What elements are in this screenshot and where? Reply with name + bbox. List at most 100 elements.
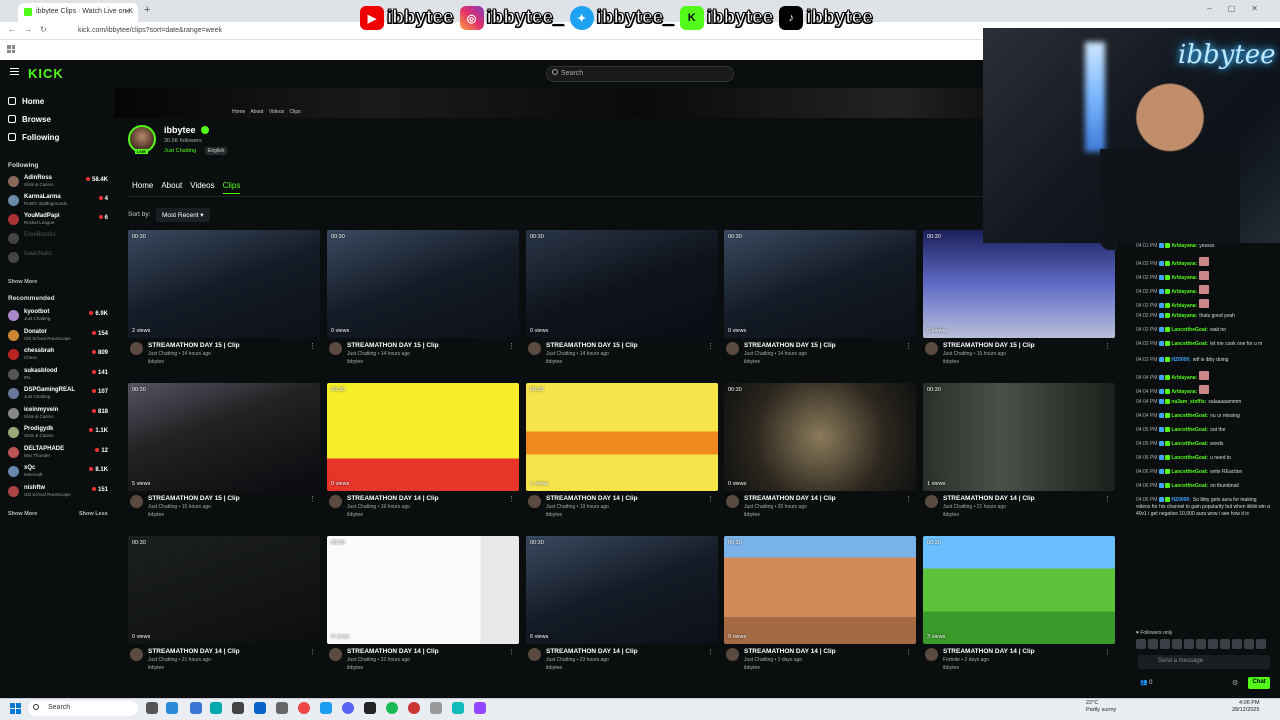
clip-more-options-icon[interactable]: ⋮ (309, 648, 316, 656)
clip-title[interactable]: STREAMATHON DAY 14 | Clip (347, 495, 439, 502)
clip-user[interactable]: ibbytee (546, 512, 562, 518)
channel-category[interactable]: Just Chatting (164, 148, 196, 154)
clip-thumbnail[interactable]: 00:30 0 views (327, 383, 519, 491)
close-tab-icon[interactable]: ✕ (124, 7, 131, 16)
url-field[interactable]: kick.com/ibbytee/clips?sort=date&range=w… (78, 27, 222, 34)
clip-title[interactable]: STREAMATHON DAY 14 | Clip (943, 495, 1035, 502)
sort-select[interactable]: Most Recent ▾ (156, 208, 210, 222)
clip-more-options-icon[interactable]: ⋮ (1104, 342, 1111, 350)
app2-icon[interactable] (320, 702, 332, 714)
app5-icon[interactable] (452, 702, 464, 714)
file-explorer-icon[interactable] (146, 702, 158, 714)
clip-creator-avatar[interactable] (329, 495, 342, 508)
chat-username[interactable]: LancettheGoat: (1171, 469, 1208, 475)
sidebar-channel[interactable]: xQc Minecraft 8.1K (8, 464, 108, 480)
chat-username[interactable]: Arbiayana: (1171, 303, 1197, 309)
clip-user[interactable]: ibbytee (744, 665, 760, 671)
chat-username[interactable]: Arbiayana: (1171, 243, 1197, 249)
clip-title[interactable]: STREAMATHON DAY 14 | Clip (943, 648, 1035, 655)
clip-title[interactable]: STREAMATHON DAY 15 | Clip (744, 342, 836, 349)
chat-username[interactable]: Arbiayana: (1171, 375, 1197, 381)
app-icon[interactable] (190, 702, 202, 714)
chat-username[interactable]: LancettheGoat: (1171, 413, 1208, 419)
sidebar-channel[interactable]: sukasblood IRL 141 (8, 367, 108, 383)
clip-more-options-icon[interactable]: ⋮ (1104, 648, 1111, 656)
settings-app-icon[interactable] (276, 702, 288, 714)
app3-icon[interactable] (408, 702, 420, 714)
clip-creator-avatar[interactable] (726, 495, 739, 508)
clip-creator-avatar[interactable] (329, 648, 342, 661)
clip-title[interactable]: STREAMATHON DAY 14 | Clip (546, 495, 638, 502)
clip-title[interactable]: STREAMATHON DAY 15 | Clip (546, 342, 638, 349)
clip-creator-avatar[interactable] (726, 648, 739, 661)
browser-nav-icons[interactable]: ←→↻ (8, 25, 55, 34)
sidebar-channel[interactable]: chessbrah Chess 809 (8, 347, 108, 363)
clip-thumbnail[interactable]: 00:30 0 views (128, 536, 320, 644)
clip-title[interactable]: STREAMATHON DAY 15 | Clip (148, 342, 240, 349)
hamburger-menu-icon[interactable] (10, 68, 19, 75)
clip-thumbnail[interactable]: 00:30 3 views (923, 536, 1115, 644)
obs-icon[interactable] (364, 702, 376, 714)
clip-more-options-icon[interactable]: ⋮ (905, 495, 912, 503)
clip-title[interactable]: STREAMATHON DAY 14 | Clip (744, 648, 836, 655)
clip-more-options-icon[interactable]: ⋮ (905, 342, 912, 350)
clip-creator-avatar[interactable] (329, 342, 342, 355)
clip-thumbnail[interactable]: 00:30 1 views (923, 383, 1115, 491)
clip-title[interactable]: STREAMATHON DAY 14 | Clip (744, 495, 836, 502)
edge-icon[interactable] (210, 702, 222, 714)
clip-creator-avatar[interactable] (925, 648, 938, 661)
emote-row[interactable] (1136, 639, 1266, 649)
sidebar-channel[interactable]: YouMadPapi Rocket League 6 (8, 212, 108, 228)
chat-username[interactable]: LancettheGoat: (1171, 483, 1208, 489)
chat-username[interactable]: LancettheGoat: (1171, 327, 1208, 333)
clip-creator-avatar[interactable] (130, 648, 143, 661)
chat-username[interactable]: LancettheGoat: (1171, 441, 1208, 447)
store-icon[interactable] (232, 702, 244, 714)
clip-thumbnail[interactable]: 00:30 1 views (526, 383, 718, 491)
outlook-icon[interactable] (254, 702, 266, 714)
clip-thumbnail[interactable]: 00:30 2 views (128, 230, 320, 338)
clip-thumbnail[interactable]: 00:30 0 views (724, 383, 916, 491)
window-controls[interactable]: ‒▢✕ (1207, 4, 1274, 13)
clip-more-options-icon[interactable]: ⋮ (905, 648, 912, 656)
sidebar-nav-following[interactable]: Following (8, 133, 59, 142)
browser-tab[interactable]: ibbytee Clips · Watch Live on K (18, 3, 138, 22)
sidebar-channel[interactable]: IsaacNaks (8, 250, 108, 266)
clip-more-options-icon[interactable]: ⋮ (707, 495, 714, 503)
spotify-icon[interactable] (386, 702, 398, 714)
clip-more-options-icon[interactable]: ⋮ (508, 495, 515, 503)
twitch-icon[interactable] (474, 702, 486, 714)
clip-title[interactable]: STREAMATHON DAY 15 | Clip (347, 342, 439, 349)
chat-settings-icon[interactable]: ⚙ (1232, 679, 1238, 687)
clip-more-options-icon[interactable]: ⋮ (508, 648, 515, 656)
sidebar-channel[interactable]: iceinmyvein Slots & Casino 818 (8, 406, 108, 422)
clip-user[interactable]: ibbytee (148, 512, 164, 518)
clip-user[interactable]: ibbytee (546, 359, 562, 365)
clip-user[interactable]: ibbytee (546, 665, 562, 671)
sidebar-channel[interactable]: kyootbot Just Chatting 6.9K (8, 308, 108, 324)
clip-creator-avatar[interactable] (130, 342, 143, 355)
chat-username[interactable]: Arbiayana: (1171, 289, 1197, 295)
chat-input[interactable]: Send a message (1138, 655, 1270, 669)
copilot-icon[interactable] (166, 702, 178, 714)
chrome-icon[interactable] (298, 702, 310, 714)
chat-username[interactable]: LancettheGoat: (1171, 427, 1208, 433)
windows-start-icon[interactable] (10, 703, 21, 714)
clip-more-options-icon[interactable]: ⋮ (309, 495, 316, 503)
sidebar-channel[interactable]: AdinRoss Slots & Casino 58.4K (8, 174, 108, 190)
search-input[interactable]: Search (546, 66, 734, 82)
clip-thumbnail[interactable]: 00:30 0 views (327, 230, 519, 338)
clip-creator-avatar[interactable] (528, 342, 541, 355)
clip-user[interactable]: ibbytee (943, 512, 959, 518)
clip-user[interactable]: ibbytee (347, 359, 363, 365)
clip-thumbnail[interactable]: 00:30 0 views (923, 230, 1115, 338)
chat-username[interactable]: Arbiayana: (1171, 389, 1197, 395)
chat-username[interactable]: na3am_steffis: (1171, 399, 1206, 405)
clip-title[interactable]: STREAMATHON DAY 15 | Clip (943, 342, 1035, 349)
chat-username[interactable]: Arbiayana: (1171, 261, 1197, 267)
kick-logo[interactable]: KICK (28, 66, 64, 81)
clip-title[interactable]: STREAMATHON DAY 14 | Clip (347, 648, 439, 655)
clip-user[interactable]: ibbytee (148, 359, 164, 365)
new-tab-icon[interactable]: + (144, 4, 150, 16)
clip-creator-avatar[interactable] (528, 648, 541, 661)
